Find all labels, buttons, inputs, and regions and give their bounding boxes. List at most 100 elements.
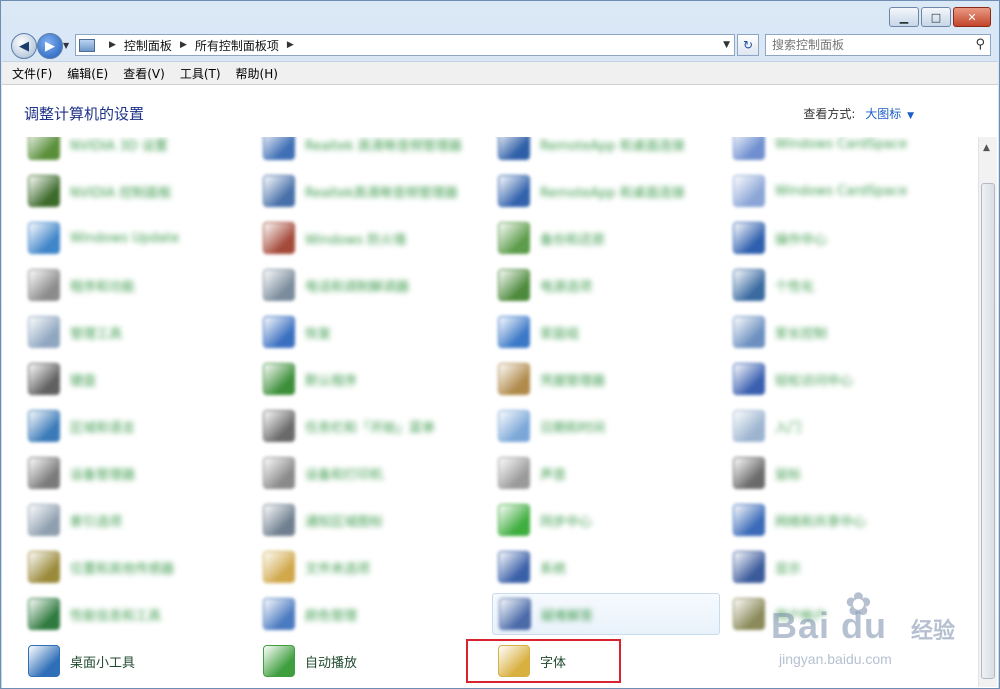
control-panel-item-label: Windows CardSpace bbox=[775, 183, 908, 199]
breadcrumb-separator-icon[interactable]: ▶ bbox=[109, 40, 116, 50]
control-panel-item-icon bbox=[28, 222, 60, 254]
control-panel-item[interactable]: 系统 bbox=[492, 546, 720, 588]
control-panel-item[interactable]: 区域和语言 bbox=[22, 405, 250, 447]
refresh-button[interactable]: ↻ bbox=[737, 34, 759, 56]
control-panel-item[interactable]: 声音 bbox=[492, 452, 720, 494]
control-panel-item[interactable]: 任务栏和「开始」菜单 bbox=[257, 405, 485, 447]
control-panel-item-label: 电源选项 bbox=[540, 279, 593, 295]
control-panel-item[interactable]: RemoteApp 和桌面连接 bbox=[492, 170, 720, 212]
address-row: ◀ ▶ ▼ ▶ 控制面板 ▶ 所有控制面板项 ▶ ▼ ↻ ⚲ bbox=[1, 31, 999, 61]
search-icon[interactable]: ⚲ bbox=[975, 37, 985, 52]
control-panel-item-label: 家庭组 bbox=[540, 326, 580, 342]
refresh-icon: ↻ bbox=[742, 38, 754, 52]
control-panel-item[interactable]: 设备管理器 bbox=[22, 452, 250, 494]
back-button[interactable]: ◀ bbox=[11, 33, 37, 59]
control-panel-item-label: 个性化 bbox=[775, 279, 815, 295]
control-panel-item[interactable]: 入门 bbox=[727, 405, 955, 447]
maximize-button[interactable]: □ bbox=[921, 7, 951, 27]
control-panel-item[interactable]: 恢复 bbox=[257, 311, 485, 353]
control-panel-item-label: 轻松访问中心 bbox=[775, 373, 854, 389]
control-panel-item[interactable]: 默认程序 bbox=[257, 358, 485, 400]
menu-help[interactable]: 帮助(H) bbox=[236, 65, 278, 82]
control-panel-item[interactable]: 疑难解答 bbox=[492, 593, 720, 635]
control-panel-item[interactable]: 电话和调制解调器 bbox=[257, 264, 485, 306]
control-panel-item[interactable]: 性能信息和工具 bbox=[22, 593, 250, 635]
forward-button[interactable]: ▶ bbox=[37, 33, 63, 59]
control-panel-item-icon bbox=[733, 410, 765, 442]
control-panel-item[interactable]: 设备和打印机 bbox=[257, 452, 485, 494]
control-panel-item[interactable]: 程序和功能 bbox=[22, 264, 250, 306]
control-panel-item-icon bbox=[28, 175, 60, 207]
control-panel-item[interactable]: 颜色管理 bbox=[257, 593, 485, 635]
control-panel-item[interactable]: Windows Update bbox=[22, 217, 250, 259]
control-panel-item-label: RemoteApp 和桌面连接 bbox=[540, 185, 685, 201]
control-panel-item[interactable]: 家长控制 bbox=[727, 311, 955, 353]
control-panel-item[interactable]: Realtek 高清晰音频管理器 bbox=[257, 137, 485, 165]
control-panel-item-icon bbox=[263, 316, 295, 348]
control-panel-item[interactable]: Windows 防火墙 bbox=[257, 217, 485, 259]
control-panel-item-icon bbox=[263, 551, 295, 583]
control-panel-item-icon bbox=[28, 551, 60, 583]
control-panel-item-label: 文件夹选项 bbox=[305, 561, 371, 577]
view-by-dropdown[interactable]: 大图标 bbox=[865, 107, 901, 121]
control-panel-item[interactable]: 个性化 bbox=[727, 264, 955, 306]
breadcrumb-separator-icon[interactable]: ▶ bbox=[180, 40, 187, 50]
history-dropdown-icon[interactable]: ▼ bbox=[63, 41, 69, 50]
control-panel-item[interactable]: 管理工具 bbox=[22, 311, 250, 353]
control-panel-item[interactable]: 家庭组 bbox=[492, 311, 720, 353]
menu-edit[interactable]: 编辑(E) bbox=[67, 65, 108, 82]
control-panel-item[interactable]: 备份和还原 bbox=[492, 217, 720, 259]
control-panel-item[interactable]: 通知区域图标 bbox=[257, 499, 485, 541]
control-panel-item[interactable]: 自动播放 bbox=[257, 640, 485, 682]
control-panel-item-icon bbox=[498, 410, 530, 442]
address-bar[interactable]: ▶ 控制面板 ▶ 所有控制面板项 ▶ ▼ bbox=[75, 34, 735, 56]
minimize-button[interactable]: ▁ bbox=[889, 7, 919, 27]
control-panel-item[interactable]: RemoteApp 和桌面连接 bbox=[492, 137, 720, 165]
breadcrumb-all-items[interactable]: 所有控制面板项 bbox=[195, 37, 279, 54]
control-panel-item[interactable]: 操作中心 bbox=[727, 217, 955, 259]
control-panel-item[interactable]: 鼠标 bbox=[727, 452, 955, 494]
control-panel-item[interactable]: Windows CardSpace bbox=[727, 170, 955, 212]
scroll-up-icon[interactable]: ▲ bbox=[983, 143, 990, 153]
control-panel-item[interactable]: 桌面小工具 bbox=[22, 640, 250, 682]
close-button[interactable]: ✕ bbox=[953, 7, 991, 27]
control-panel-item-label: 入门 bbox=[775, 420, 802, 436]
control-panel-item[interactable]: 轻松访问中心 bbox=[727, 358, 955, 400]
control-panel-window: ▁ □ ✕ ◀ ▶ ▼ ▶ 控制面板 ▶ 所有控制面板项 ▶ ▼ ↻ ⚲ 文件(… bbox=[0, 0, 1000, 689]
control-panel-item[interactable]: Realtek高清晰音频管理器 bbox=[257, 170, 485, 212]
control-panel-item-label: NVIDIA 控制面板 bbox=[70, 185, 172, 201]
control-panel-item[interactable]: 同步中心 bbox=[492, 499, 720, 541]
control-panel-item[interactable]: 电源选项 bbox=[492, 264, 720, 306]
control-panel-item-label: 设备管理器 bbox=[70, 467, 136, 483]
menu-bar: 文件(F) 编辑(E) 查看(V) 工具(T) 帮助(H) bbox=[2, 61, 998, 85]
address-dropdown-icon[interactable]: ▼ bbox=[723, 40, 730, 50]
view-by: 查看方式: 大图标 ▼ bbox=[803, 105, 914, 122]
control-panel-item[interactable]: 键盘 bbox=[22, 358, 250, 400]
control-panel-item-icon bbox=[498, 137, 530, 160]
control-panel-item[interactable]: 凭据管理器 bbox=[492, 358, 720, 400]
caption-buttons: ▁ □ ✕ bbox=[889, 7, 991, 27]
control-panel-item-icon bbox=[498, 269, 530, 301]
control-panel-item[interactable]: NVIDIA 控制面板 bbox=[22, 170, 250, 212]
menu-tools[interactable]: 工具(T) bbox=[180, 65, 221, 82]
control-panel-item-label: 备份和还原 bbox=[540, 232, 606, 248]
control-panel-item-icon bbox=[263, 175, 295, 207]
control-panel-item[interactable]: 日期和时间 bbox=[492, 405, 720, 447]
chevron-down-icon[interactable]: ▼ bbox=[907, 111, 914, 121]
menu-file[interactable]: 文件(F) bbox=[12, 65, 52, 82]
menu-view[interactable]: 查看(V) bbox=[123, 65, 165, 82]
control-panel-item[interactable]: 位置和其他传感器 bbox=[22, 546, 250, 588]
control-panel-item[interactable]: 索引选项 bbox=[22, 499, 250, 541]
control-panel-item[interactable]: 文件夹选项 bbox=[257, 546, 485, 588]
search-box[interactable]: ⚲ bbox=[765, 34, 991, 56]
control-panel-item[interactable]: 网络和共享中心 bbox=[727, 499, 955, 541]
control-panel-item[interactable]: Windows CardSpace bbox=[727, 137, 955, 165]
control-panel-item-label: 区域和语言 bbox=[70, 420, 136, 436]
highlight-box bbox=[466, 639, 621, 683]
breadcrumb-control-panel[interactable]: 控制面板 bbox=[124, 37, 172, 54]
breadcrumb-separator-icon[interactable]: ▶ bbox=[287, 40, 294, 50]
control-panel-item-label: 键盘 bbox=[70, 373, 97, 389]
search-input[interactable] bbox=[766, 37, 964, 53]
control-panel-item[interactable]: NVIDIA 3D 设置 bbox=[22, 137, 250, 165]
control-panel-item-icon bbox=[263, 363, 295, 395]
